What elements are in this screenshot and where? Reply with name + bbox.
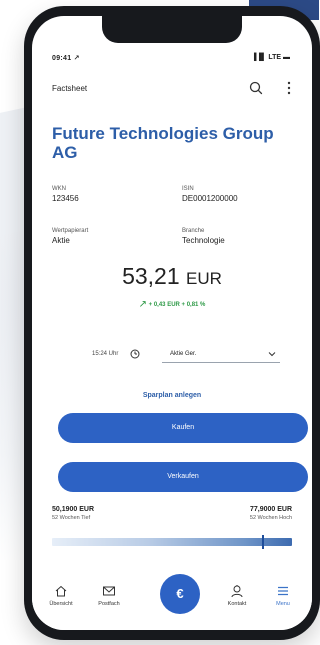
nav-item-menu[interactable]: Menu (260, 584, 306, 607)
week52-high-value: 77,9000 EUR (249, 506, 292, 513)
nav-item-inbox[interactable]: Postfach (86, 584, 132, 607)
fact-value: Technologie (182, 236, 225, 245)
fact-isin: ISIN DE0001200000 (182, 186, 292, 203)
price-change: ↗ + 0,43 EUR + 0,81 % (32, 299, 312, 310)
bottom-nav: Übersicht Postfach € Kontakt Menu (32, 574, 312, 630)
fact-value: 123456 (52, 194, 79, 203)
stock-price: 53,21 EUR (32, 263, 312, 290)
fact-security-type: Wertpapierart Aktie (52, 228, 162, 245)
nav-label: Menu (276, 601, 290, 607)
page-title: Factsheet (52, 84, 88, 93)
price-currency: EUR (186, 269, 222, 288)
fact-label: ISIN (182, 186, 194, 192)
fact-label: WKN (52, 186, 66, 192)
nav-label: Kontakt (227, 601, 247, 607)
fact-label: Wertpapierart (52, 228, 89, 234)
buy-button[interactable]: Kaufen (58, 413, 308, 443)
trend-up-icon: ↗ (138, 299, 147, 310)
contact-icon (231, 585, 243, 598)
exchange-select-value: Aktie Ger. (170, 351, 197, 357)
mail-icon (103, 586, 115, 596)
more-vertical-icon[interactable] (282, 80, 296, 96)
week52-low: 50,1900 EUR 52 Wochen Tief (52, 506, 94, 521)
fact-sector: Branche Technologie (182, 228, 292, 245)
home-icon (55, 585, 67, 597)
chevron-down-icon (268, 352, 276, 357)
phone-screen: 09:41 ↗ ▐▐▌ LTE ▬ Factsheet Future Techn… (32, 16, 312, 630)
fab-euro-button[interactable]: € (160, 574, 200, 614)
quote-time: 15:24 Uhr (92, 351, 119, 357)
fact-label: Branche (182, 228, 205, 234)
exchange-row: 15:24 Uhr Aktie Ger. (92, 346, 282, 364)
menu-icon (278, 586, 288, 596)
search-icon[interactable] (248, 80, 264, 96)
week52-low-value: 50,1900 EUR (52, 506, 95, 513)
week52-current-marker (262, 535, 264, 549)
status-bar: 09:41 ↗ ▐▐▌ LTE ▬ (32, 16, 312, 62)
fact-value: DE0001200000 (182, 194, 238, 203)
week52-high: 77,9000 EUR 52 Wochen Hoch (250, 506, 292, 521)
week52-high-label: 52 Wochen Hoch (249, 515, 292, 521)
exchange-select[interactable]: Aktie Ger. (162, 346, 280, 363)
company-name: Future Technologies Group AG (52, 124, 274, 162)
price-change-text: + 0,43 EUR + 0,81 % (148, 302, 206, 308)
clock-icon[interactable] (130, 349, 140, 359)
phone-frame: 09:41 ↗ ▐▐▌ LTE ▬ Factsheet Future Techn… (24, 6, 320, 640)
nav-label: Übersicht (49, 601, 73, 607)
sell-button[interactable]: Verkaufen (58, 462, 308, 492)
app-bar: Factsheet (32, 80, 312, 104)
week52-range-bar (52, 538, 292, 546)
nav-item-contact[interactable]: Kontakt (214, 584, 260, 607)
price-value: 53,21 (122, 263, 180, 289)
week52-low-label: 52 Wochen Tief (52, 515, 91, 521)
savings-plan-link[interactable]: Sparplan anlegen (32, 392, 312, 399)
nav-item-overview[interactable]: Übersicht (38, 584, 84, 607)
status-icons: ▐▐▌ LTE ▬ (251, 54, 290, 61)
week52-range: 50,1900 EUR 52 Wochen Tief 77,9000 EUR 5… (52, 506, 292, 561)
status-time: 09:41 ↗ (52, 55, 80, 62)
fact-wkn: WKN 123456 (52, 186, 162, 203)
fact-value: Aktie (52, 236, 70, 245)
nav-label: Postfach (98, 601, 120, 607)
